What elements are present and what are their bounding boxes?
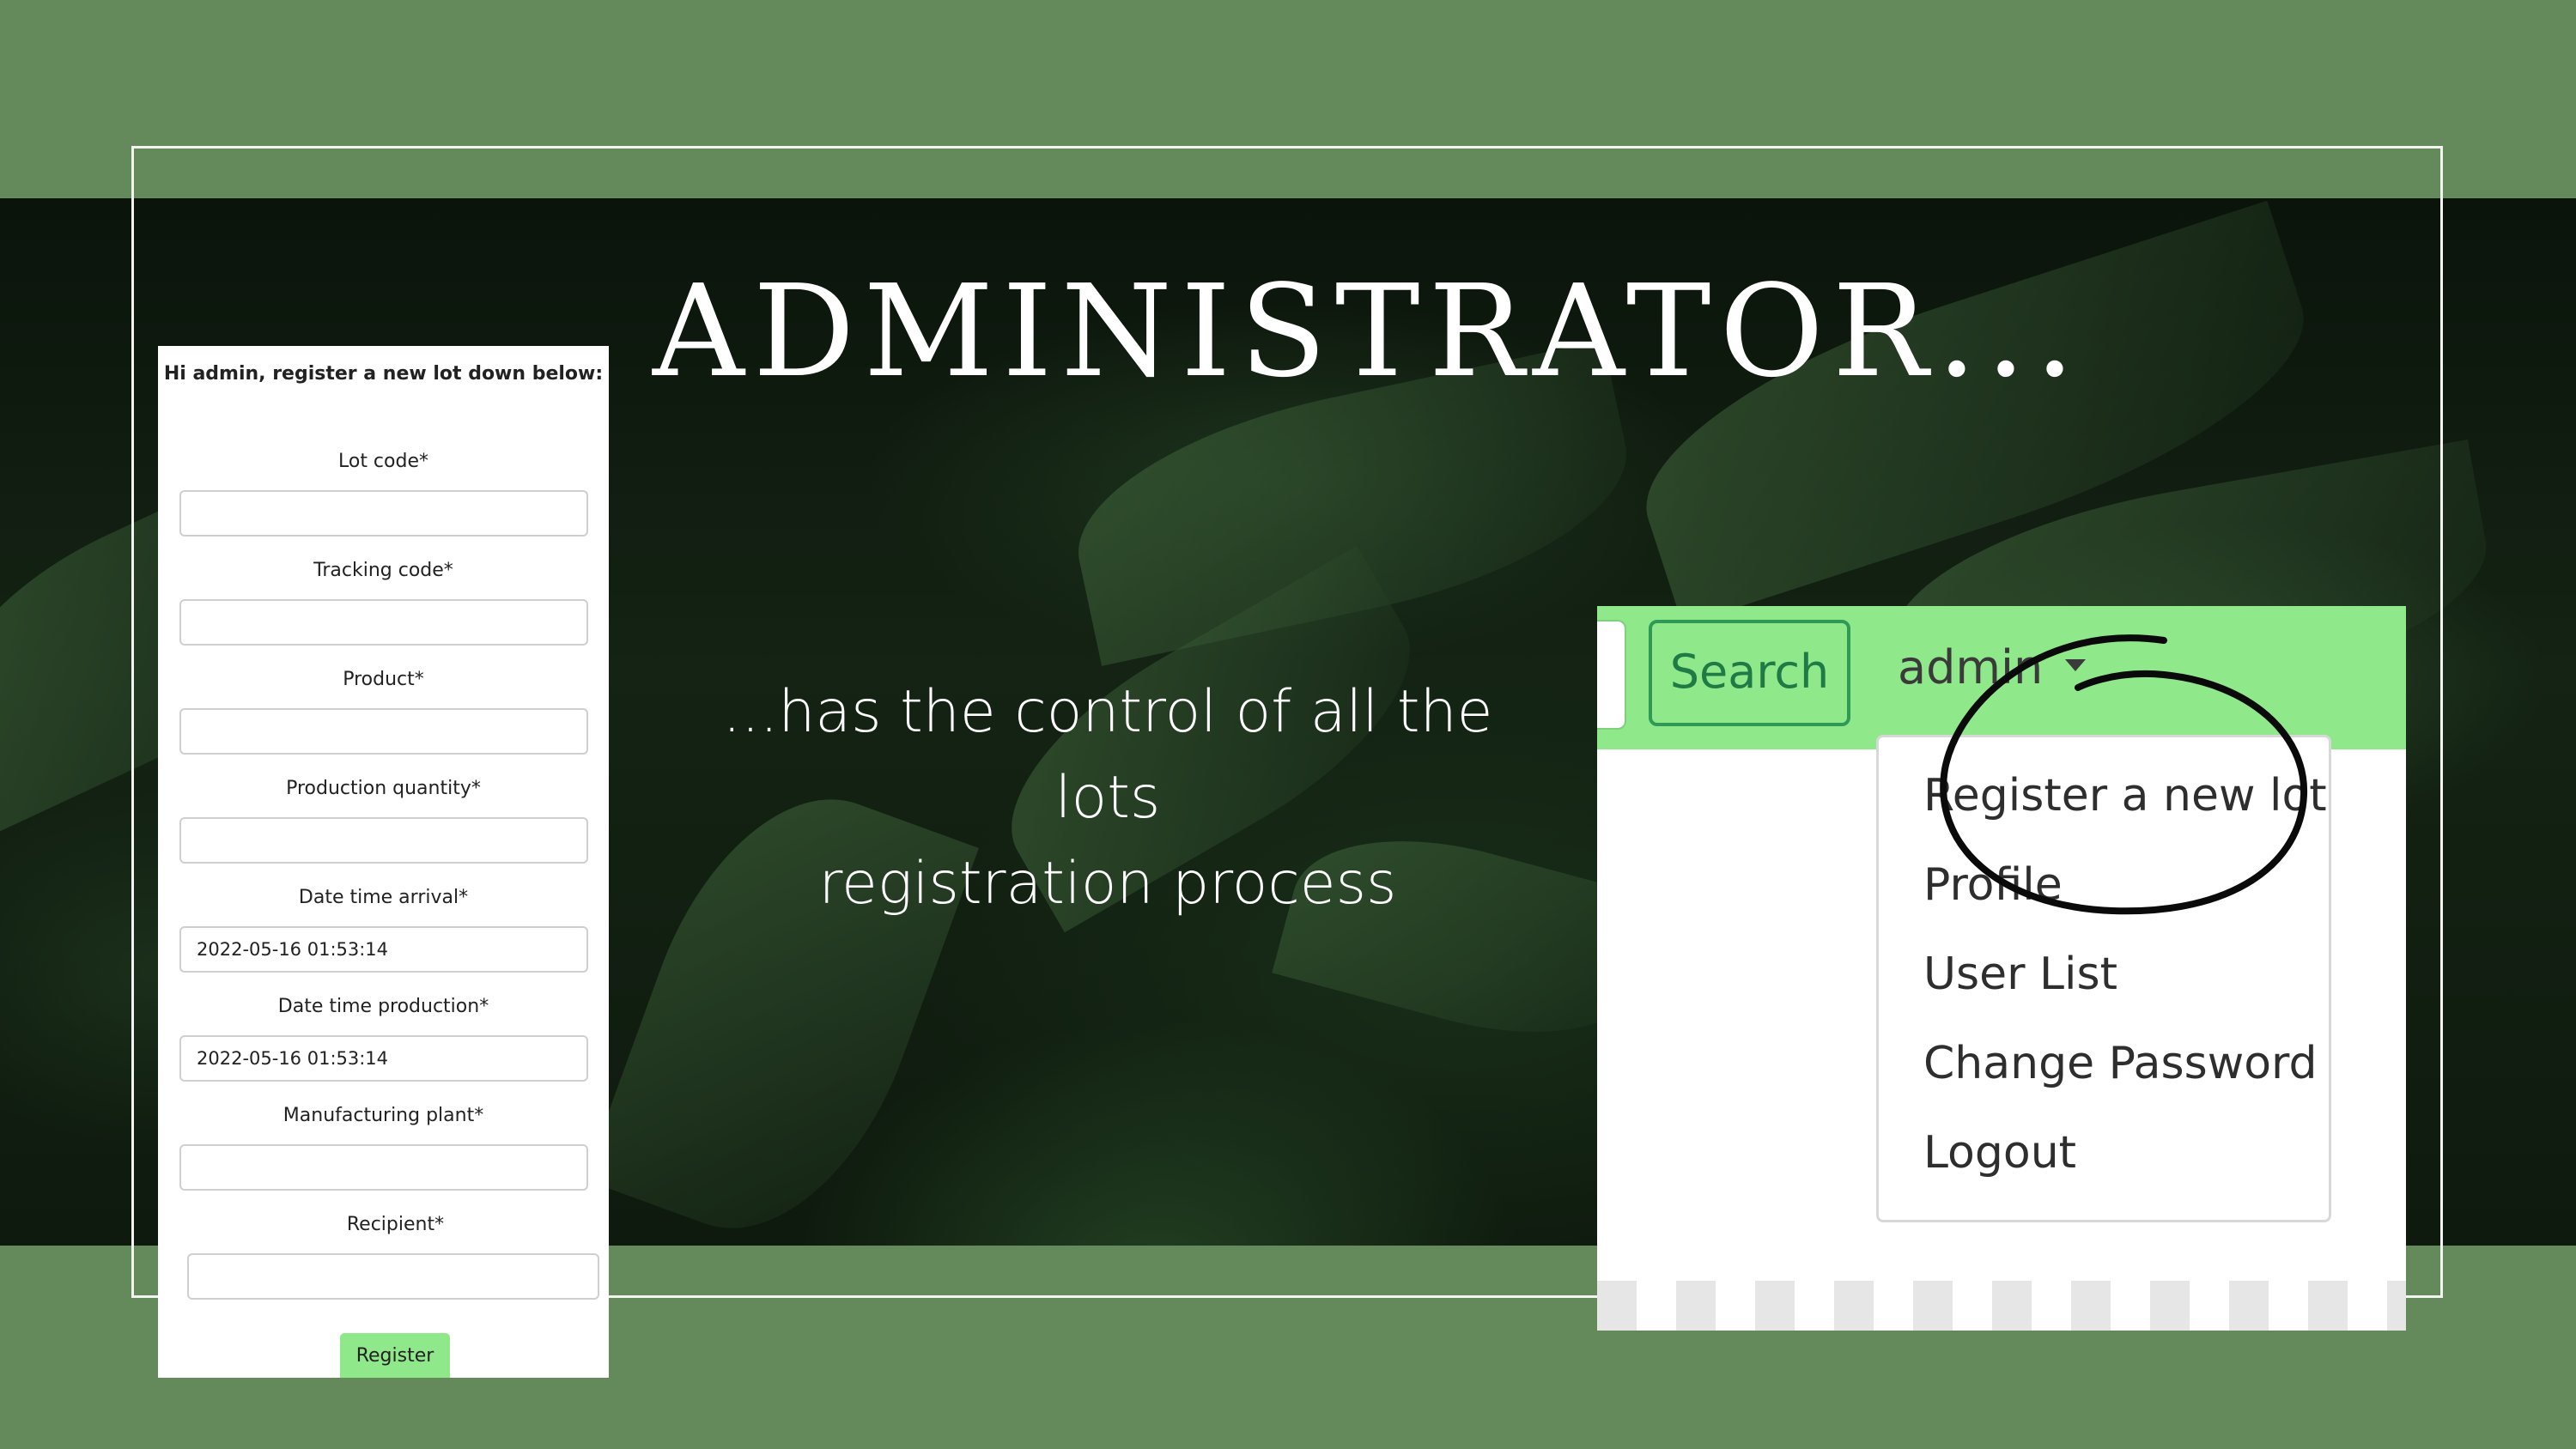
slide-subtitle: ...has the control of all the lots regis… <box>670 670 1546 927</box>
production-quantity-label: Production quantity* <box>286 778 481 799</box>
date-time-arrival-label: Date time arrival* <box>298 887 469 908</box>
menu-item-change-password[interactable]: Change Password <box>1923 1038 2318 1089</box>
date-time-production-label: Date time production* <box>277 996 489 1017</box>
register-button[interactable]: Register <box>340 1333 450 1378</box>
menu-item-logout[interactable]: Logout <box>1923 1127 2076 1179</box>
date-time-production-input[interactable]: 2022-05-16 01:53:14 <box>179 1035 588 1082</box>
menu-item-register-new-lot[interactable]: Register a new lot <box>1923 770 2327 822</box>
subtitle-line-1: ...has the control of all the lots <box>722 678 1493 832</box>
user-menu-toggle[interactable]: admin <box>1898 640 2043 694</box>
user-dropdown-menu: Register a new lot Profile User List Cha… <box>1876 735 2331 1222</box>
navbar: Search admin <box>1597 606 2406 749</box>
chevron-down-icon <box>2065 659 2086 671</box>
lot-code-input[interactable] <box>179 490 588 537</box>
date-time-arrival-input[interactable]: 2022-05-16 01:53:14 <box>179 926 588 973</box>
tracking-code-input[interactable] <box>179 599 588 646</box>
checkered-strip <box>1597 1281 2406 1331</box>
menu-item-user-list[interactable]: User List <box>1923 949 2117 1000</box>
form-heading: Hi admin, register a new lot down below: <box>163 363 604 385</box>
product-label: Product* <box>343 669 424 690</box>
search-button[interactable]: Search <box>1649 620 1850 726</box>
navbar-dropdown-panel: Search admin Register a new lot Profile … <box>1597 606 2406 1331</box>
recipient-input[interactable] <box>187 1253 599 1300</box>
search-input[interactable] <box>1597 620 1626 730</box>
production-quantity-input[interactable] <box>179 817 588 864</box>
menu-item-profile[interactable]: Profile <box>1923 859 2063 911</box>
manufacturing-plant-input[interactable] <box>179 1144 588 1191</box>
recipient-label: Recipient* <box>346 1214 445 1235</box>
register-lot-form: Hi admin, register a new lot down below:… <box>158 346 609 1378</box>
product-input[interactable] <box>179 708 588 755</box>
tracking-code-label: Tracking code* <box>313 560 453 581</box>
lot-code-label: Lot code* <box>337 451 428 472</box>
manufacturing-plant-label: Manufacturing plant* <box>283 1105 484 1126</box>
slide-title: ADMINISTRATOR... <box>653 258 2084 405</box>
subtitle-line-2: registration process <box>818 850 1397 918</box>
